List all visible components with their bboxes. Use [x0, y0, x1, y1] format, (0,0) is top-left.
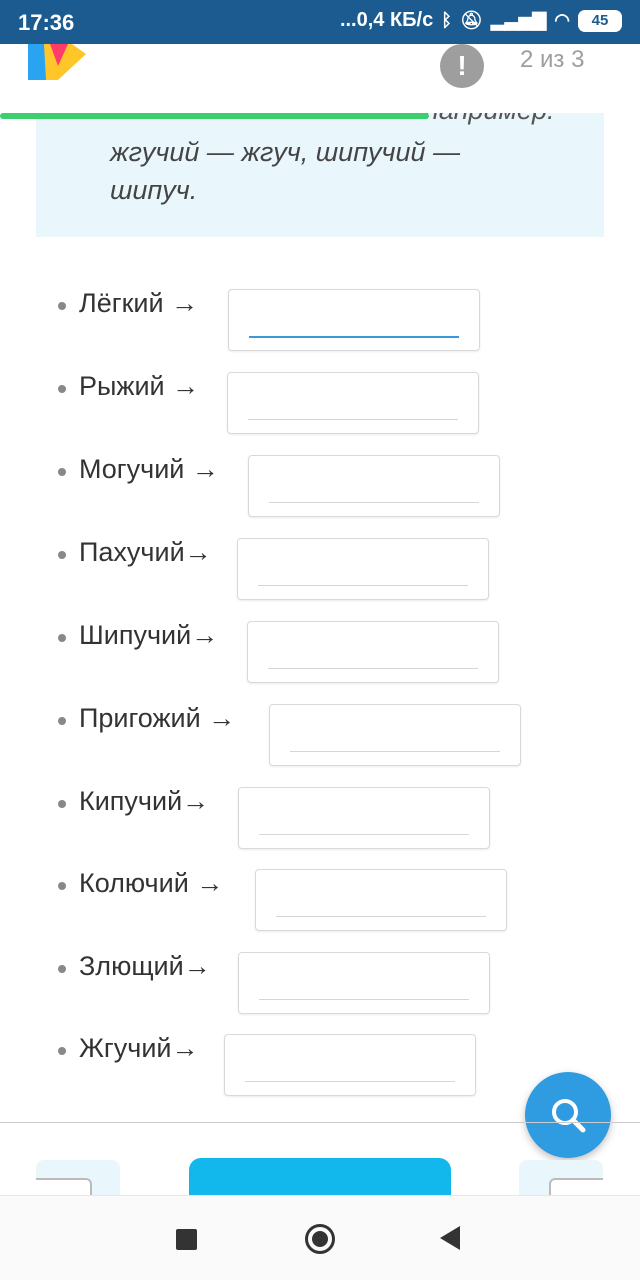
- answer-field[interactable]: [237, 538, 489, 600]
- search-icon: [552, 1099, 586, 1133]
- bullet: [58, 1047, 66, 1055]
- input-underline: [290, 751, 500, 752]
- word-label: Пригожий →: [79, 703, 236, 733]
- input-underline: [268, 668, 478, 669]
- answer-field[interactable]: [224, 1034, 476, 1096]
- word-label: Могучий →: [79, 454, 219, 484]
- square-icon[interactable]: [176, 1229, 197, 1250]
- mute-icon: 🔕︎: [460, 10, 483, 30]
- answer-field[interactable]: [247, 621, 499, 683]
- system-navigation-bar: [0, 1195, 640, 1280]
- word-label: Шипучий→: [79, 620, 219, 650]
- bullet: [58, 965, 66, 973]
- wifi-icon: ◠: [554, 10, 570, 30]
- answer-field[interactable]: [238, 787, 490, 849]
- exercise-item: Шипучий→: [0, 620, 640, 684]
- home-circle-icon[interactable]: [305, 1224, 335, 1254]
- next-button[interactable]: [519, 1160, 603, 1200]
- input-underline: [248, 419, 458, 420]
- exercise-item: Могучий →: [0, 454, 640, 518]
- answer-input[interactable]: [269, 466, 479, 502]
- page-counter: 2 из 3: [520, 46, 585, 73]
- bluetooth-icon: ᛒ: [441, 10, 453, 30]
- bottom-divider: [0, 1122, 640, 1123]
- answer-field[interactable]: [269, 704, 521, 766]
- progress-bar: [0, 113, 640, 121]
- progress-fill: [0, 113, 429, 119]
- word-label: Злющий→: [79, 951, 211, 981]
- alert-button[interactable]: !: [440, 44, 484, 88]
- input-underline: [276, 916, 486, 917]
- answer-input[interactable]: [259, 963, 469, 999]
- back-triangle-icon[interactable]: [440, 1226, 460, 1250]
- bullet: [58, 800, 66, 808]
- answer-field[interactable]: [227, 372, 479, 434]
- status-icons: ...0,4 КБ/с ᛒ 🔕︎ ▂▃▅▇ ◠ 45: [340, 9, 622, 32]
- network-speed: ...0,4 КБ/с: [339, 9, 434, 31]
- answer-input[interactable]: [245, 1045, 455, 1081]
- logo-icon: [28, 44, 86, 80]
- word-label: Колючий →: [79, 868, 224, 898]
- exercise-item: Пахучий→: [0, 537, 640, 601]
- answer-field[interactable]: [238, 952, 490, 1014]
- answer-input[interactable]: [248, 383, 458, 419]
- answer-input[interactable]: [258, 549, 468, 585]
- rule-card: например: жгучий — жгуч, шипучий — шипуч…: [36, 113, 604, 237]
- battery-icon: 45: [578, 9, 622, 32]
- input-underline: [269, 502, 479, 503]
- bullet: [58, 302, 66, 310]
- rule-text: жгучий — жгуч, шипучий — шипуч.: [110, 137, 461, 205]
- answer-input[interactable]: [268, 632, 478, 668]
- input-underline: [245, 1081, 455, 1082]
- word-label: Пахучий→: [79, 537, 212, 567]
- signal-icon: ▂▃▅▇: [490, 10, 547, 30]
- exercise-item: Кипучий→: [0, 786, 640, 850]
- exercise-item: Злющий→: [0, 951, 640, 1015]
- input-underline: [258, 585, 468, 586]
- exercise-item: Колючий →: [0, 868, 640, 932]
- status-time: 17:36: [18, 10, 75, 35]
- input-underline: [259, 834, 469, 835]
- word-label: Лёгкий →: [79, 288, 199, 318]
- input-underline: [259, 999, 469, 1000]
- search-button[interactable]: [525, 1072, 611, 1158]
- bullet: [58, 551, 66, 559]
- input-underline: [249, 336, 459, 338]
- answer-field[interactable]: [255, 869, 507, 931]
- bullet: [58, 468, 66, 476]
- exercise-item: Лёгкий →: [0, 288, 640, 352]
- answer-field[interactable]: [248, 455, 500, 517]
- answer-input[interactable]: [249, 300, 459, 336]
- bullet: [58, 882, 66, 890]
- bullet: [58, 717, 66, 725]
- exercise-item: Рыжий →: [0, 371, 640, 435]
- status-bar: 17:36 ...0,4 КБ/с ᛒ 🔕︎ ▂▃▅▇ ◠ 45: [0, 0, 640, 44]
- prev-button[interactable]: [36, 1160, 120, 1200]
- word-label: Рыжий →: [79, 371, 200, 401]
- answer-input[interactable]: [290, 715, 500, 751]
- app-header: ! 2 из 3: [0, 44, 640, 118]
- exercise-item: Пригожий →: [0, 703, 640, 767]
- bullet: [58, 385, 66, 393]
- answer-input[interactable]: [276, 880, 486, 916]
- answer-field[interactable]: [228, 289, 480, 351]
- answer-input[interactable]: [259, 798, 469, 834]
- bullet: [58, 634, 66, 642]
- word-label: Жгучий→: [79, 1033, 199, 1063]
- word-label: Кипучий→: [79, 786, 210, 816]
